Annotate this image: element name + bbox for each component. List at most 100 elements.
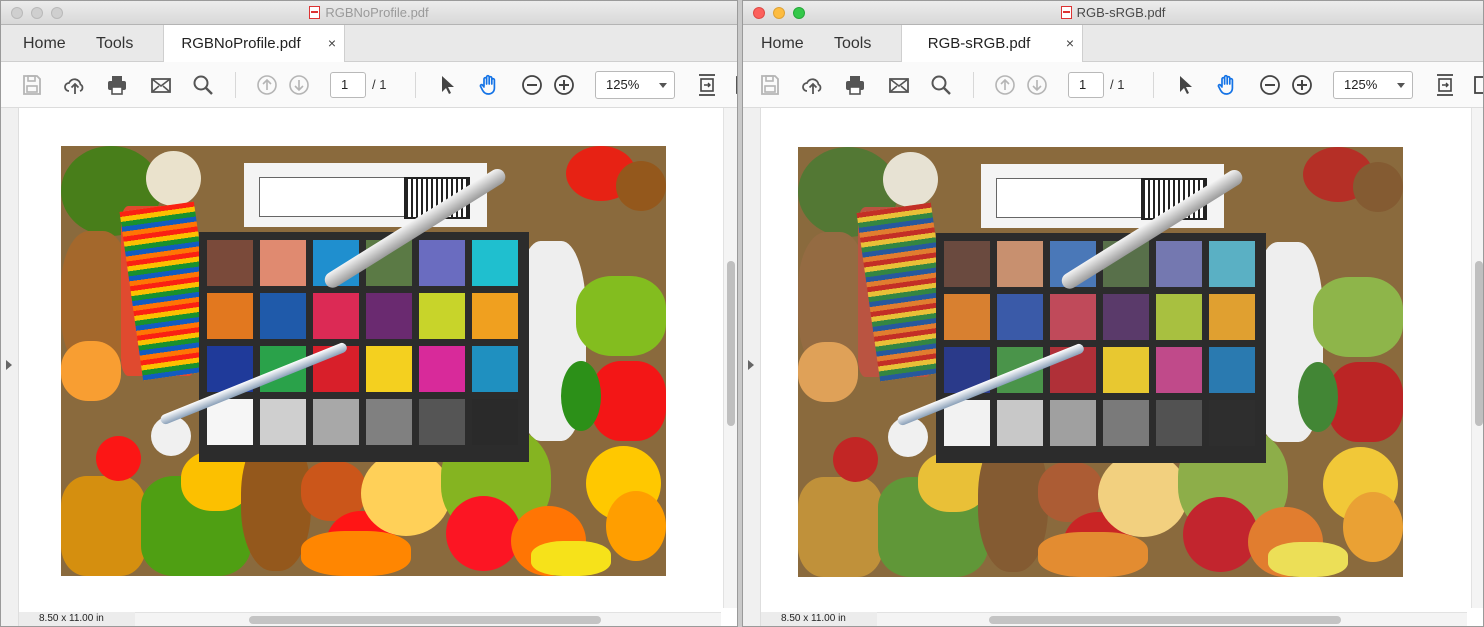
email-button[interactable] bbox=[887, 73, 911, 97]
upload-icon bbox=[64, 78, 84, 94]
hand-tool-button[interactable] bbox=[1215, 73, 1239, 97]
title-bar: RGBNoProfile.pdf bbox=[1, 1, 737, 25]
color-checker-swatch bbox=[419, 293, 465, 339]
document-viewport[interactable]: 8.50 x 11.00 in bbox=[1, 108, 737, 626]
print-icon bbox=[108, 76, 126, 95]
hand-tool-icon bbox=[1217, 74, 1234, 95]
color-checker-swatch bbox=[1209, 241, 1255, 287]
color-checker-swatch bbox=[997, 400, 1043, 446]
photo-element bbox=[576, 276, 666, 356]
email-button[interactable] bbox=[149, 73, 173, 97]
color-checker-swatch bbox=[997, 241, 1043, 287]
color-checker-swatch bbox=[472, 240, 518, 286]
photo-element bbox=[1268, 542, 1348, 577]
chevron-down-icon bbox=[659, 83, 667, 88]
toolbar: 1 / 1 125% bbox=[743, 62, 1483, 108]
photo-element bbox=[1328, 362, 1403, 442]
photo-element bbox=[61, 341, 121, 401]
hand-tool-icon bbox=[479, 74, 496, 95]
zoom-in-icon bbox=[554, 75, 574, 95]
zoom-out-button[interactable] bbox=[1258, 73, 1282, 97]
document-tab-label: RGB-sRGB.pdf bbox=[927, 35, 1031, 52]
save-button[interactable] bbox=[20, 73, 44, 97]
chevron-down-icon bbox=[1397, 83, 1405, 88]
upload-button[interactable] bbox=[63, 73, 87, 97]
select-tool-button[interactable] bbox=[1173, 73, 1197, 97]
color-checker-swatch bbox=[1209, 347, 1255, 393]
fit-page-icon bbox=[1437, 74, 1453, 96]
horizontal-scrollbar-thumb[interactable] bbox=[249, 616, 601, 624]
chevron-right-icon bbox=[748, 360, 754, 370]
select-cursor-icon bbox=[442, 76, 454, 94]
print-button[interactable] bbox=[105, 73, 129, 97]
document-tab[interactable]: RGB-sRGB.pdf × bbox=[901, 25, 1083, 62]
toolbar-separator bbox=[415, 72, 416, 98]
color-checker-swatch bbox=[1156, 347, 1202, 393]
search-icon bbox=[193, 75, 213, 95]
overflow-tool-button[interactable] bbox=[735, 73, 737, 97]
document-tab[interactable]: RGBNoProfile.pdf × bbox=[163, 25, 345, 62]
zoom-in-button[interactable] bbox=[1290, 73, 1314, 97]
vertical-scrollbar[interactable] bbox=[1471, 108, 1483, 608]
color-checker-swatch bbox=[366, 346, 412, 392]
photo-element bbox=[798, 342, 858, 402]
color-checker-swatch bbox=[1103, 400, 1149, 446]
select-cursor-icon bbox=[1180, 76, 1192, 94]
zoom-level-select[interactable]: 125% bbox=[1333, 71, 1413, 99]
photo-element bbox=[1098, 452, 1188, 537]
save-button[interactable] bbox=[758, 73, 782, 97]
next-page-button[interactable] bbox=[287, 73, 311, 97]
color-checker-swatch bbox=[260, 399, 306, 445]
next-page-button[interactable] bbox=[1025, 73, 1049, 97]
previous-page-button[interactable] bbox=[255, 73, 279, 97]
toolbar-separator bbox=[973, 72, 974, 98]
search-button[interactable] bbox=[191, 73, 215, 97]
fit-page-button[interactable] bbox=[695, 73, 719, 97]
zoom-in-icon bbox=[1292, 75, 1312, 95]
zoom-out-icon bbox=[1260, 75, 1280, 95]
window-title-text: RGB-sRGB.pdf bbox=[1076, 5, 1166, 20]
zoom-level-value: 125% bbox=[1344, 77, 1378, 92]
page-number-input[interactable]: 1 bbox=[330, 72, 366, 98]
page-down-icon bbox=[289, 75, 309, 95]
fit-page-button[interactable] bbox=[1433, 73, 1457, 97]
color-checker-swatch bbox=[1209, 294, 1255, 340]
left-panel-toggle[interactable] bbox=[1, 108, 19, 626]
photo-element bbox=[616, 161, 666, 211]
overflow-tool-button[interactable] bbox=[1473, 73, 1483, 97]
color-checker-swatch bbox=[944, 400, 990, 446]
previous-page-button[interactable] bbox=[993, 73, 1017, 97]
color-checker-swatch bbox=[1103, 347, 1149, 393]
vertical-scrollbar-thumb[interactable] bbox=[1475, 261, 1483, 426]
email-icon bbox=[889, 78, 909, 93]
nav-home-tab[interactable]: Home bbox=[23, 25, 66, 62]
close-tab-button[interactable]: × bbox=[328, 25, 336, 62]
zoom-level-select[interactable]: 125% bbox=[595, 71, 675, 99]
horizontal-scrollbar-thumb[interactable] bbox=[989, 616, 1341, 624]
print-button[interactable] bbox=[843, 73, 867, 97]
document-viewport[interactable]: 8.50 x 11.00 in bbox=[743, 108, 1483, 626]
page-number-input[interactable]: 1 bbox=[1068, 72, 1104, 98]
left-panel-toggle[interactable] bbox=[743, 108, 761, 626]
nav-tools-tab[interactable]: Tools bbox=[96, 25, 133, 62]
close-tab-button[interactable]: × bbox=[1066, 25, 1074, 62]
nav-home-tab[interactable]: Home bbox=[761, 25, 804, 62]
page-down-icon bbox=[1027, 75, 1047, 95]
color-checker-swatch bbox=[313, 399, 359, 445]
search-icon bbox=[931, 75, 951, 95]
color-checker-swatch bbox=[944, 241, 990, 287]
page-size-label: 8.50 x 11.00 in bbox=[19, 612, 135, 626]
zoom-out-button[interactable] bbox=[520, 73, 544, 97]
upload-button[interactable] bbox=[801, 73, 825, 97]
vertical-scrollbar[interactable] bbox=[723, 108, 737, 608]
search-button[interactable] bbox=[929, 73, 953, 97]
select-tool-button[interactable] bbox=[435, 73, 459, 97]
hand-tool-button[interactable] bbox=[477, 73, 501, 97]
nav-tools-tab[interactable]: Tools bbox=[834, 25, 871, 62]
comment-icon bbox=[736, 76, 737, 94]
color-checker-swatch bbox=[207, 399, 253, 445]
zoom-in-button[interactable] bbox=[552, 73, 576, 97]
vertical-scrollbar-thumb[interactable] bbox=[727, 261, 735, 426]
photo-element bbox=[61, 476, 146, 576]
photo-element bbox=[883, 152, 938, 207]
